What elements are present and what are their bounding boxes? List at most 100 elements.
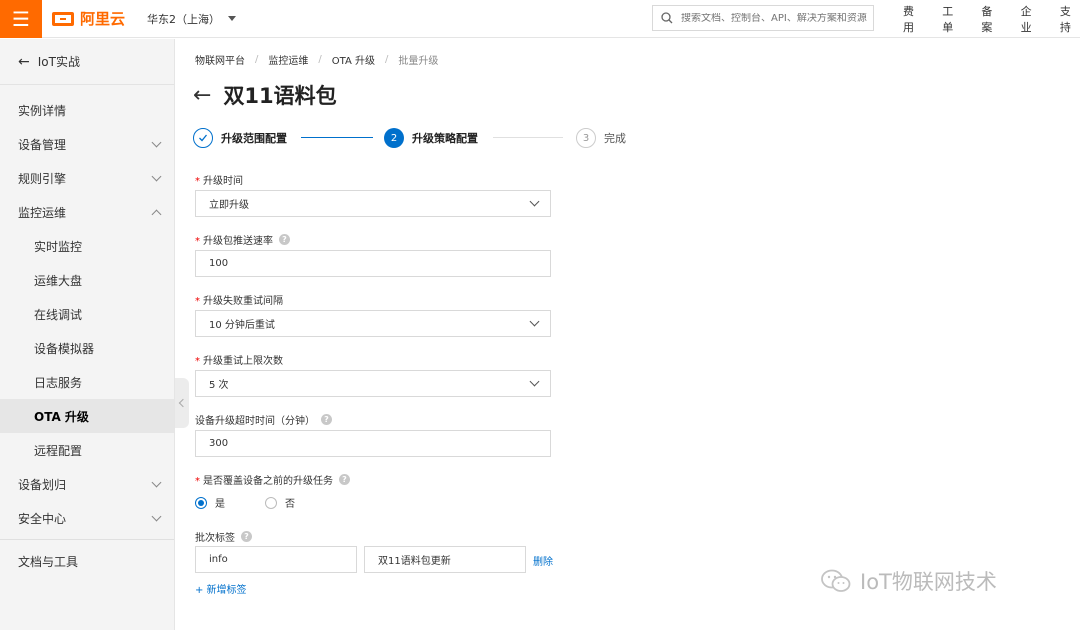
sidebar-item-label: 监控运维 [18, 205, 67, 220]
retry-limit-select[interactable]: 5 次 [195, 370, 551, 397]
sidebar-collapse-handle[interactable] [175, 378, 189, 428]
chevron-down-icon [151, 477, 162, 487]
upgrade-time-select[interactable]: 立即升级 [195, 190, 551, 217]
upgrade-time-value: 立即升级 [209, 200, 249, 211]
override-label: * 是否覆盖设备之前的升级任务 ? [195, 472, 350, 487]
sidebar-item-label: 规则引擎 [18, 171, 67, 186]
chevron-down-icon [529, 196, 540, 207]
back-arrow-icon[interactable]: ← [193, 83, 211, 108]
breadcrumb-separator: / [255, 54, 259, 65]
sidebar-item-docs-tools[interactable]: 文档与工具 [0, 544, 174, 578]
override-no-option[interactable]: 否 [265, 495, 295, 510]
breadcrumb-current: 批量升级 [398, 56, 439, 67]
help-icon[interactable]: ? [339, 474, 350, 485]
retry-interval-select[interactable]: 10 分钟后重试 [195, 310, 551, 337]
search-icon [661, 12, 673, 24]
step-done-check-icon [193, 128, 213, 148]
brand-name: 阿里云 [80, 10, 126, 28]
sidebar: ← IoT实战 实例详情 设备管理 规则引擎 监控运维 实时监控 运维大盘 在线… [0, 39, 175, 630]
page-title: 双11语料包 [223, 84, 337, 108]
sidebar-item-label: 设备划归 [18, 477, 67, 492]
retry-interval-value: 10 分钟后重试 [209, 320, 275, 331]
retry-limit-value: 5 次 [209, 380, 229, 391]
sidebar-item-label: 实例详情 [18, 103, 67, 118]
brand-logo[interactable]: 阿里云 [52, 8, 125, 29]
chevron-down-icon [151, 511, 162, 521]
sidebar-item-security-center[interactable]: 安全中心 [0, 501, 174, 535]
top-link-enterprise[interactable]: 企业 [1021, 3, 1041, 35]
retry-interval-label: * 升级失败重试间隔 [195, 296, 283, 307]
sidebar-subitem-ota-upgrade[interactable]: OTA 升级 [0, 399, 174, 433]
retry-limit-label: * 升级重试上限次数 [195, 356, 283, 367]
step-number-badge: 3 [576, 128, 596, 148]
chevron-down-icon [151, 137, 162, 147]
breadcrumb: 物联网平台 / 监控运维 / OTA 升级 / 批量升级 [195, 52, 438, 67]
breadcrumb-item[interactable]: 物联网平台 [195, 52, 245, 67]
wechat-icon [821, 569, 851, 592]
radio-unchecked-icon[interactable] [265, 496, 277, 509]
arrow-left-icon: ← [18, 53, 30, 70]
step-connector [493, 137, 563, 138]
step-number-badge: 2 [384, 128, 404, 148]
caret-down-icon [228, 16, 237, 21]
sidebar-subitem-realtime-monitor[interactable]: 实时监控 [0, 229, 174, 263]
chevron-down-icon [529, 376, 540, 387]
sidebar-item-instance-detail[interactable]: 实例详情 [0, 93, 174, 127]
top-link-fees[interactable]: 费用 [903, 3, 923, 35]
sidebar-back[interactable]: ← IoT实战 [0, 39, 174, 85]
region-selector[interactable]: 华东2（上海） [147, 11, 237, 27]
sidebar-item-rules-engine[interactable]: 规则引擎 [0, 161, 174, 195]
override-yes-option[interactable]: 是 [195, 495, 225, 510]
search-input[interactable] [681, 12, 871, 24]
step-label-done: 完成 [604, 132, 626, 145]
aliyun-logo-icon [52, 11, 74, 26]
sidebar-divider [0, 539, 174, 540]
step-label-strategy: 升级策略配置 [412, 132, 478, 145]
push-rate-label: * 升级包推送速率 ? [195, 232, 290, 247]
sidebar-item-label: 安全中心 [18, 511, 67, 526]
help-icon[interactable]: ? [279, 234, 290, 245]
sidebar-item-device-assignment[interactable]: 设备划归 [0, 467, 174, 501]
sidebar-subitem-ops-dashboard[interactable]: 运维大盘 [0, 263, 174, 297]
breadcrumb-separator: / [384, 54, 389, 65]
breadcrumb-item[interactable]: OTA 升级 [332, 52, 375, 67]
sidebar-item-device-management[interactable]: 设备管理 [0, 127, 174, 161]
sidebar-item-monitoring[interactable]: 监控运维 [0, 195, 174, 229]
step-connector [301, 137, 373, 138]
help-icon[interactable]: ? [241, 531, 252, 542]
override-radio-group: 是 否 [195, 495, 335, 510]
add-tag-link[interactable]: + 新增标签 [195, 581, 247, 596]
sidebar-subitem-device-simulator[interactable]: 设备模拟器 [0, 331, 174, 365]
push-rate-input[interactable]: 100 [195, 250, 551, 277]
watermark-text: IoT物联网技术 [860, 570, 997, 594]
top-bar: ☰ 阿里云 华东2（上海） 费用 工单 备案 企业 支持 [0, 0, 1080, 38]
sidebar-subitem-remote-config[interactable]: 远程配置 [0, 433, 174, 467]
chevron-left-icon [178, 398, 188, 408]
top-links: 费用 工单 备案 企业 支持 [903, 0, 1080, 38]
delete-tag-link[interactable]: 删除 [533, 553, 553, 568]
breadcrumb-item[interactable]: 监控运维 [268, 52, 308, 67]
batch-tag-label: 批次标签 ? [195, 529, 252, 544]
help-icon[interactable]: ? [321, 414, 332, 425]
menu-icon[interactable]: ☰ [0, 0, 42, 38]
page-header: ← 双11语料包 [193, 80, 337, 110]
radio-checked-icon[interactable] [195, 496, 207, 509]
timeout-input[interactable]: 300 [195, 430, 551, 457]
top-link-support[interactable]: 支持 [1060, 3, 1080, 35]
chevron-down-icon [151, 171, 162, 181]
breadcrumb-separator: / [318, 54, 322, 65]
step-label-scope: 升级范围配置 [221, 132, 287, 145]
sidebar-item-label: 文档与工具 [18, 554, 79, 569]
chevron-down-icon [529, 316, 540, 327]
upgrade-time-label: * 升级时间 [195, 176, 243, 187]
step-indicator: 升级范围配置 2 升级策略配置 3 完成 [193, 127, 653, 149]
top-link-icp[interactable]: 备案 [981, 3, 1001, 35]
tag-value-input[interactable]: 双11语料包更新 [364, 546, 526, 573]
sidebar-back-label: IoT实战 [37, 55, 80, 69]
tag-key-input[interactable]: info [195, 546, 357, 573]
top-link-tickets[interactable]: 工单 [942, 3, 962, 35]
sidebar-subitem-online-debug[interactable]: 在线调试 [0, 297, 174, 331]
search-box[interactable] [652, 5, 874, 31]
region-label: 华东2（上海） [147, 12, 221, 26]
sidebar-subitem-log-service[interactable]: 日志服务 [0, 365, 174, 399]
